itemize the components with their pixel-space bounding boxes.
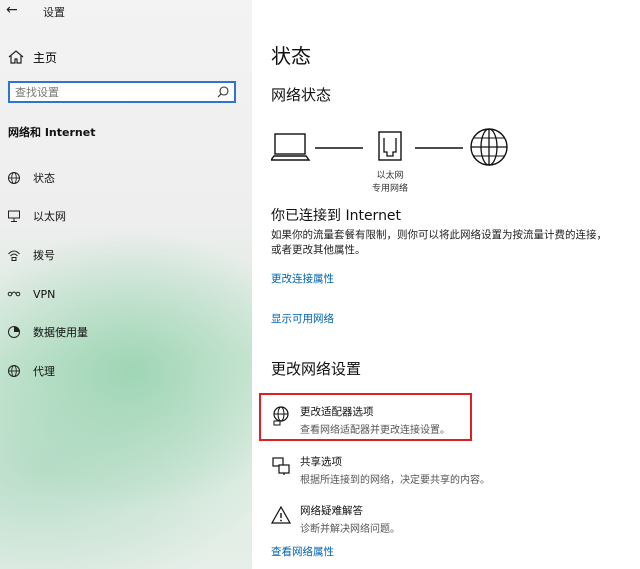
- network-troubleshooter[interactable]: 网络疑难解答 诊断并解决网络问题。: [271, 503, 611, 539]
- change-network-settings-heading: 更改网络设置: [271, 360, 362, 378]
- adapter-label: 以太网: [376, 171, 404, 181]
- option-title: 网络疑难解答: [300, 505, 363, 517]
- sharing-options[interactable]: 共享选项 根据所连接到的网络，决定要共享的内容。: [271, 454, 611, 490]
- sidebar-item-label: 数据使用量: [33, 326, 88, 339]
- dialup-icon: [8, 250, 20, 261]
- sidebar-section-title: 网络和 Internet: [8, 126, 96, 139]
- change-connection-properties-link[interactable]: 更改连接属性: [271, 271, 334, 286]
- laptop-icon: [269, 133, 311, 161]
- sidebar-item-status[interactable]: 状态: [7, 168, 237, 188]
- option-description: 根据所连接到的网络，决定要共享的内容。: [300, 475, 490, 486]
- vpn-icon: [7, 291, 21, 297]
- option-description: 查看网络适配器并更改连接设置。: [300, 425, 450, 436]
- sidebar-item-data-usage[interactable]: 数据使用量: [7, 322, 237, 342]
- network-type-label: 专用网络: [371, 184, 408, 194]
- sidebar-item-proxy[interactable]: 代理: [7, 361, 237, 381]
- data-usage-icon: [8, 326, 20, 338]
- home-icon: [8, 50, 24, 64]
- sidebar: ← 设置 主页 网络和 Internet 状态 以太网: [0, 0, 252, 569]
- page-title: 状态: [271, 44, 311, 68]
- option-description: 诊断并解决网络问题。: [300, 524, 400, 535]
- sharing-icon: [272, 457, 290, 475]
- network-status-heading: 网络状态: [271, 86, 332, 104]
- network-diagram: 以太网 专用网络: [269, 126, 511, 196]
- connection-status-heading: 你已连接到 Internet: [271, 208, 402, 224]
- sidebar-item-home[interactable]: 主页: [7, 47, 237, 67]
- sidebar-item-ethernet[interactable]: 以太网: [7, 206, 237, 226]
- adapter-globe-icon: [273, 406, 289, 426]
- sidebar-item-vpn[interactable]: VPN: [7, 284, 237, 304]
- sidebar-item-label: VPN: [33, 287, 56, 301]
- show-available-networks-link[interactable]: 显示可用网络: [271, 311, 334, 326]
- option-title: 共享选项: [300, 456, 342, 468]
- sidebar-item-label: 代理: [33, 365, 55, 378]
- main-content: 状态 网络状态 以太网 专用网络 你已连接到 Internet 如果你的流量套餐…: [252, 0, 640, 569]
- connection-status-description: 如果你的流量套餐有限制，则你可以将此网络设置为按流量计费的连接，或者更改其他属性…: [271, 229, 607, 256]
- sidebar-item-label: 以太网: [33, 210, 66, 223]
- title-bar: ← 设置: [0, 0, 252, 24]
- sidebar-item-label: 主页: [33, 50, 58, 65]
- status-globe-icon: [8, 172, 20, 184]
- proxy-globe-icon: [8, 365, 20, 377]
- internet-globe-icon: [470, 128, 508, 166]
- search-box: [8, 81, 236, 103]
- sidebar-item-label: 状态: [33, 172, 55, 185]
- window-title: 设置: [43, 6, 65, 19]
- sidebar-item-label: 拨号: [33, 249, 55, 262]
- search-input[interactable]: [15, 85, 215, 99]
- ethernet-adapter-icon: [378, 131, 402, 161]
- ethernet-icon: [8, 210, 20, 222]
- sidebar-item-dialup[interactable]: 拨号: [7, 245, 237, 265]
- back-arrow-icon[interactable]: ←: [6, 2, 18, 18]
- search-icon[interactable]: [216, 85, 230, 99]
- option-title: 更改适配器选项: [300, 406, 374, 418]
- view-network-properties-link[interactable]: 查看网络属性: [271, 544, 334, 559]
- warning-icon: [271, 505, 291, 524]
- change-adapter-options[interactable]: 更改适配器选项 查看网络适配器并更改连接设置。: [271, 404, 611, 440]
